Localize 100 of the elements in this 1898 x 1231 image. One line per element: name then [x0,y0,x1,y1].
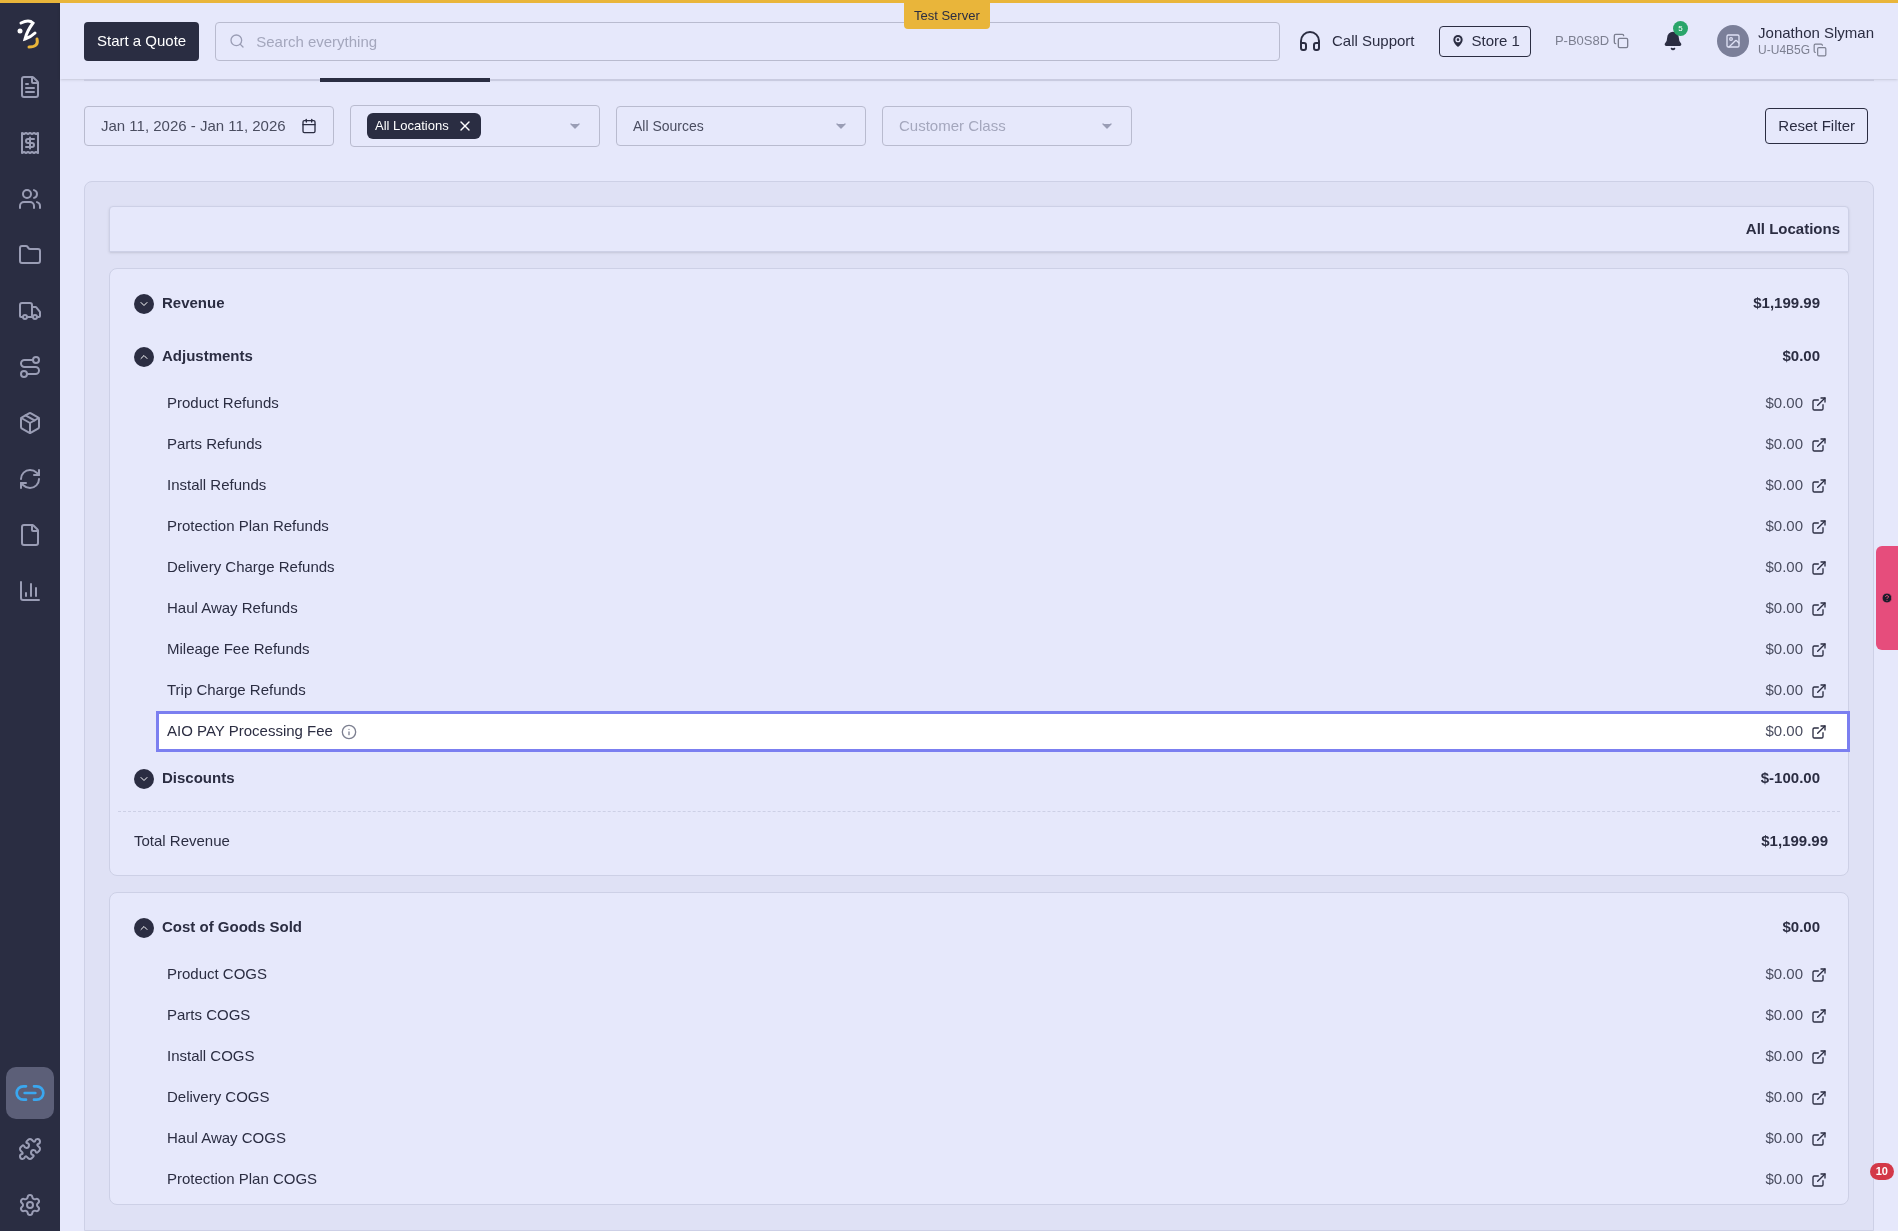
receipt-icon[interactable] [18,131,42,155]
row-amount: $0.00 [1765,1169,1803,1190]
call-support-link[interactable]: Call Support [1331,29,1415,53]
row-amount: $0.00 [1765,393,1803,414]
row-label: AIO PAY Processing Fee [167,721,333,742]
row-amount: $0.00 [1765,516,1803,537]
reset-filter-button[interactable]: Reset Filter [1765,108,1868,144]
open-link-icon[interactable] [1811,682,1827,699]
row-amount: $0.00 [1765,434,1803,455]
settings-icon[interactable] [18,1193,42,1217]
open-link-icon[interactable] [1811,1048,1827,1065]
toggle-button[interactable] [134,917,154,938]
group-label: Cost of Goods Sold [162,917,302,938]
report-row[interactable]: Haul Away Refunds $0.00 [156,588,1850,629]
row-amount: $0.00 [1765,1087,1803,1108]
truck-icon[interactable] [18,299,42,323]
copy-icon[interactable] [1613,33,1630,49]
open-link-icon[interactable] [1811,518,1827,535]
folder-icon[interactable] [18,243,42,267]
report-row[interactable]: AIO PAY Processing Fee $0.00 [156,711,1850,752]
open-link-icon[interactable] [1811,1089,1827,1106]
row-label: Protection Plan COGS [167,1169,318,1190]
locations-select[interactable]: All Locations [350,105,600,147]
group-label: Revenue [162,293,225,314]
toggle-button[interactable] [134,293,154,314]
open-link-icon[interactable] [1811,395,1827,412]
row-label: Install COGS [167,1046,255,1067]
row-label: Delivery Charge Refunds [167,557,335,578]
row-amount: $0.00 [1765,1046,1803,1067]
row-label: Parts Refunds [167,434,263,455]
row-amount: $0.00 [1765,475,1803,496]
phone-code: P-B0S8D [1554,32,1610,51]
row-amount: $0.00 [1765,598,1803,619]
row-label: Trip Charge Refunds [167,680,306,701]
group-amount: $0.00 [1782,346,1820,367]
open-link-icon[interactable] [1811,1130,1827,1147]
pin-icon [1449,33,1466,49]
bar-chart-icon[interactable] [18,579,42,603]
open-link-icon[interactable] [1811,477,1827,494]
row-amount: $0.00 [1765,1128,1803,1149]
total-amount: $1,199.99 [1761,831,1828,852]
copy-icon[interactable] [1813,43,1828,58]
open-link-icon[interactable] [1811,966,1827,983]
report-row[interactable]: Product Refunds $0.00 [156,383,1850,424]
calendar-icon[interactable] [301,118,317,134]
puzzle-icon[interactable] [18,1137,42,1161]
report-row[interactable]: Product COGS $0.00 [156,954,1850,995]
report-row[interactable]: Mileage Fee Refunds $0.00 [156,629,1850,670]
row-amount: $0.00 [1765,964,1803,985]
headset-icon [1297,29,1322,53]
exchange-icon[interactable] [18,467,42,491]
route-icon[interactable] [18,355,42,379]
people-icon[interactable] [18,187,42,211]
report-row[interactable]: Trip Charge Refunds $0.00 [156,670,1850,711]
row-label: Parts COGS [167,1005,251,1026]
group-amount: $1,199.99 [1753,293,1820,314]
report-row[interactable]: Install COGS $0.00 [156,1036,1850,1077]
open-link-icon[interactable] [1811,600,1827,617]
app-switch-button[interactable] [6,1067,54,1119]
box-icon[interactable] [18,411,42,435]
row-amount: $0.00 [1765,639,1803,660]
group-label: Discounts [162,768,235,789]
document-icon[interactable] [18,523,42,547]
report-row[interactable]: Delivery COGS $0.00 [156,1077,1850,1118]
avatar[interactable] [1717,25,1750,57]
open-link-icon[interactable] [1811,641,1827,658]
report-row[interactable]: Delivery Charge Refunds $0.00 [156,547,1850,588]
open-link-icon[interactable] [1811,1007,1827,1024]
row-amount: $0.00 [1765,557,1803,578]
report-row[interactable]: Parts COGS $0.00 [156,995,1850,1036]
help-tab[interactable] [1876,546,1898,650]
toggle-button[interactable] [134,768,154,789]
report-row[interactable]: Protection Plan COGS $0.00 [156,1159,1850,1200]
server-badge: Test Server [904,3,990,29]
report-row[interactable]: Haul Away COGS $0.00 [156,1118,1850,1159]
column-header: All Locations [1745,218,1840,239]
row-label: Mileage Fee Refunds [167,639,310,660]
date-range-field[interactable]: Jan 11, 2026 - Jan 11, 2026 [84,106,334,146]
row-amount: $0.00 [1765,680,1803,701]
row-label: Install Refunds [167,475,267,496]
open-link-icon[interactable] [1811,1171,1827,1188]
open-link-icon[interactable] [1811,559,1827,576]
start-quote-button[interactable]: Start a Quote [84,21,200,61]
user-name: Jonathon Slyman [1758,24,1874,43]
open-link-icon[interactable] [1811,436,1827,453]
group-label: Adjustments [162,346,253,367]
location-chip[interactable]: All Locations [367,113,481,139]
bell-icon[interactable] [1663,31,1684,51]
store-button[interactable]: Store 1 [1438,25,1531,57]
open-link-icon[interactable] [1811,723,1827,740]
sources-select[interactable]: All Sources [616,106,866,146]
toggle-button[interactable] [134,346,154,367]
invoice-icon[interactable] [18,75,42,99]
report-row[interactable]: Protection Plan Refunds $0.00 [156,506,1850,547]
report-row[interactable]: Install Refunds $0.00 [156,465,1850,506]
report-row[interactable]: Parts Refunds $0.00 [156,424,1850,465]
search-field[interactable]: Search everything [215,21,1280,61]
search-icon [229,32,246,49]
notification-badge: 5 [1673,21,1689,36]
row-label: Haul Away Refunds [167,598,298,619]
